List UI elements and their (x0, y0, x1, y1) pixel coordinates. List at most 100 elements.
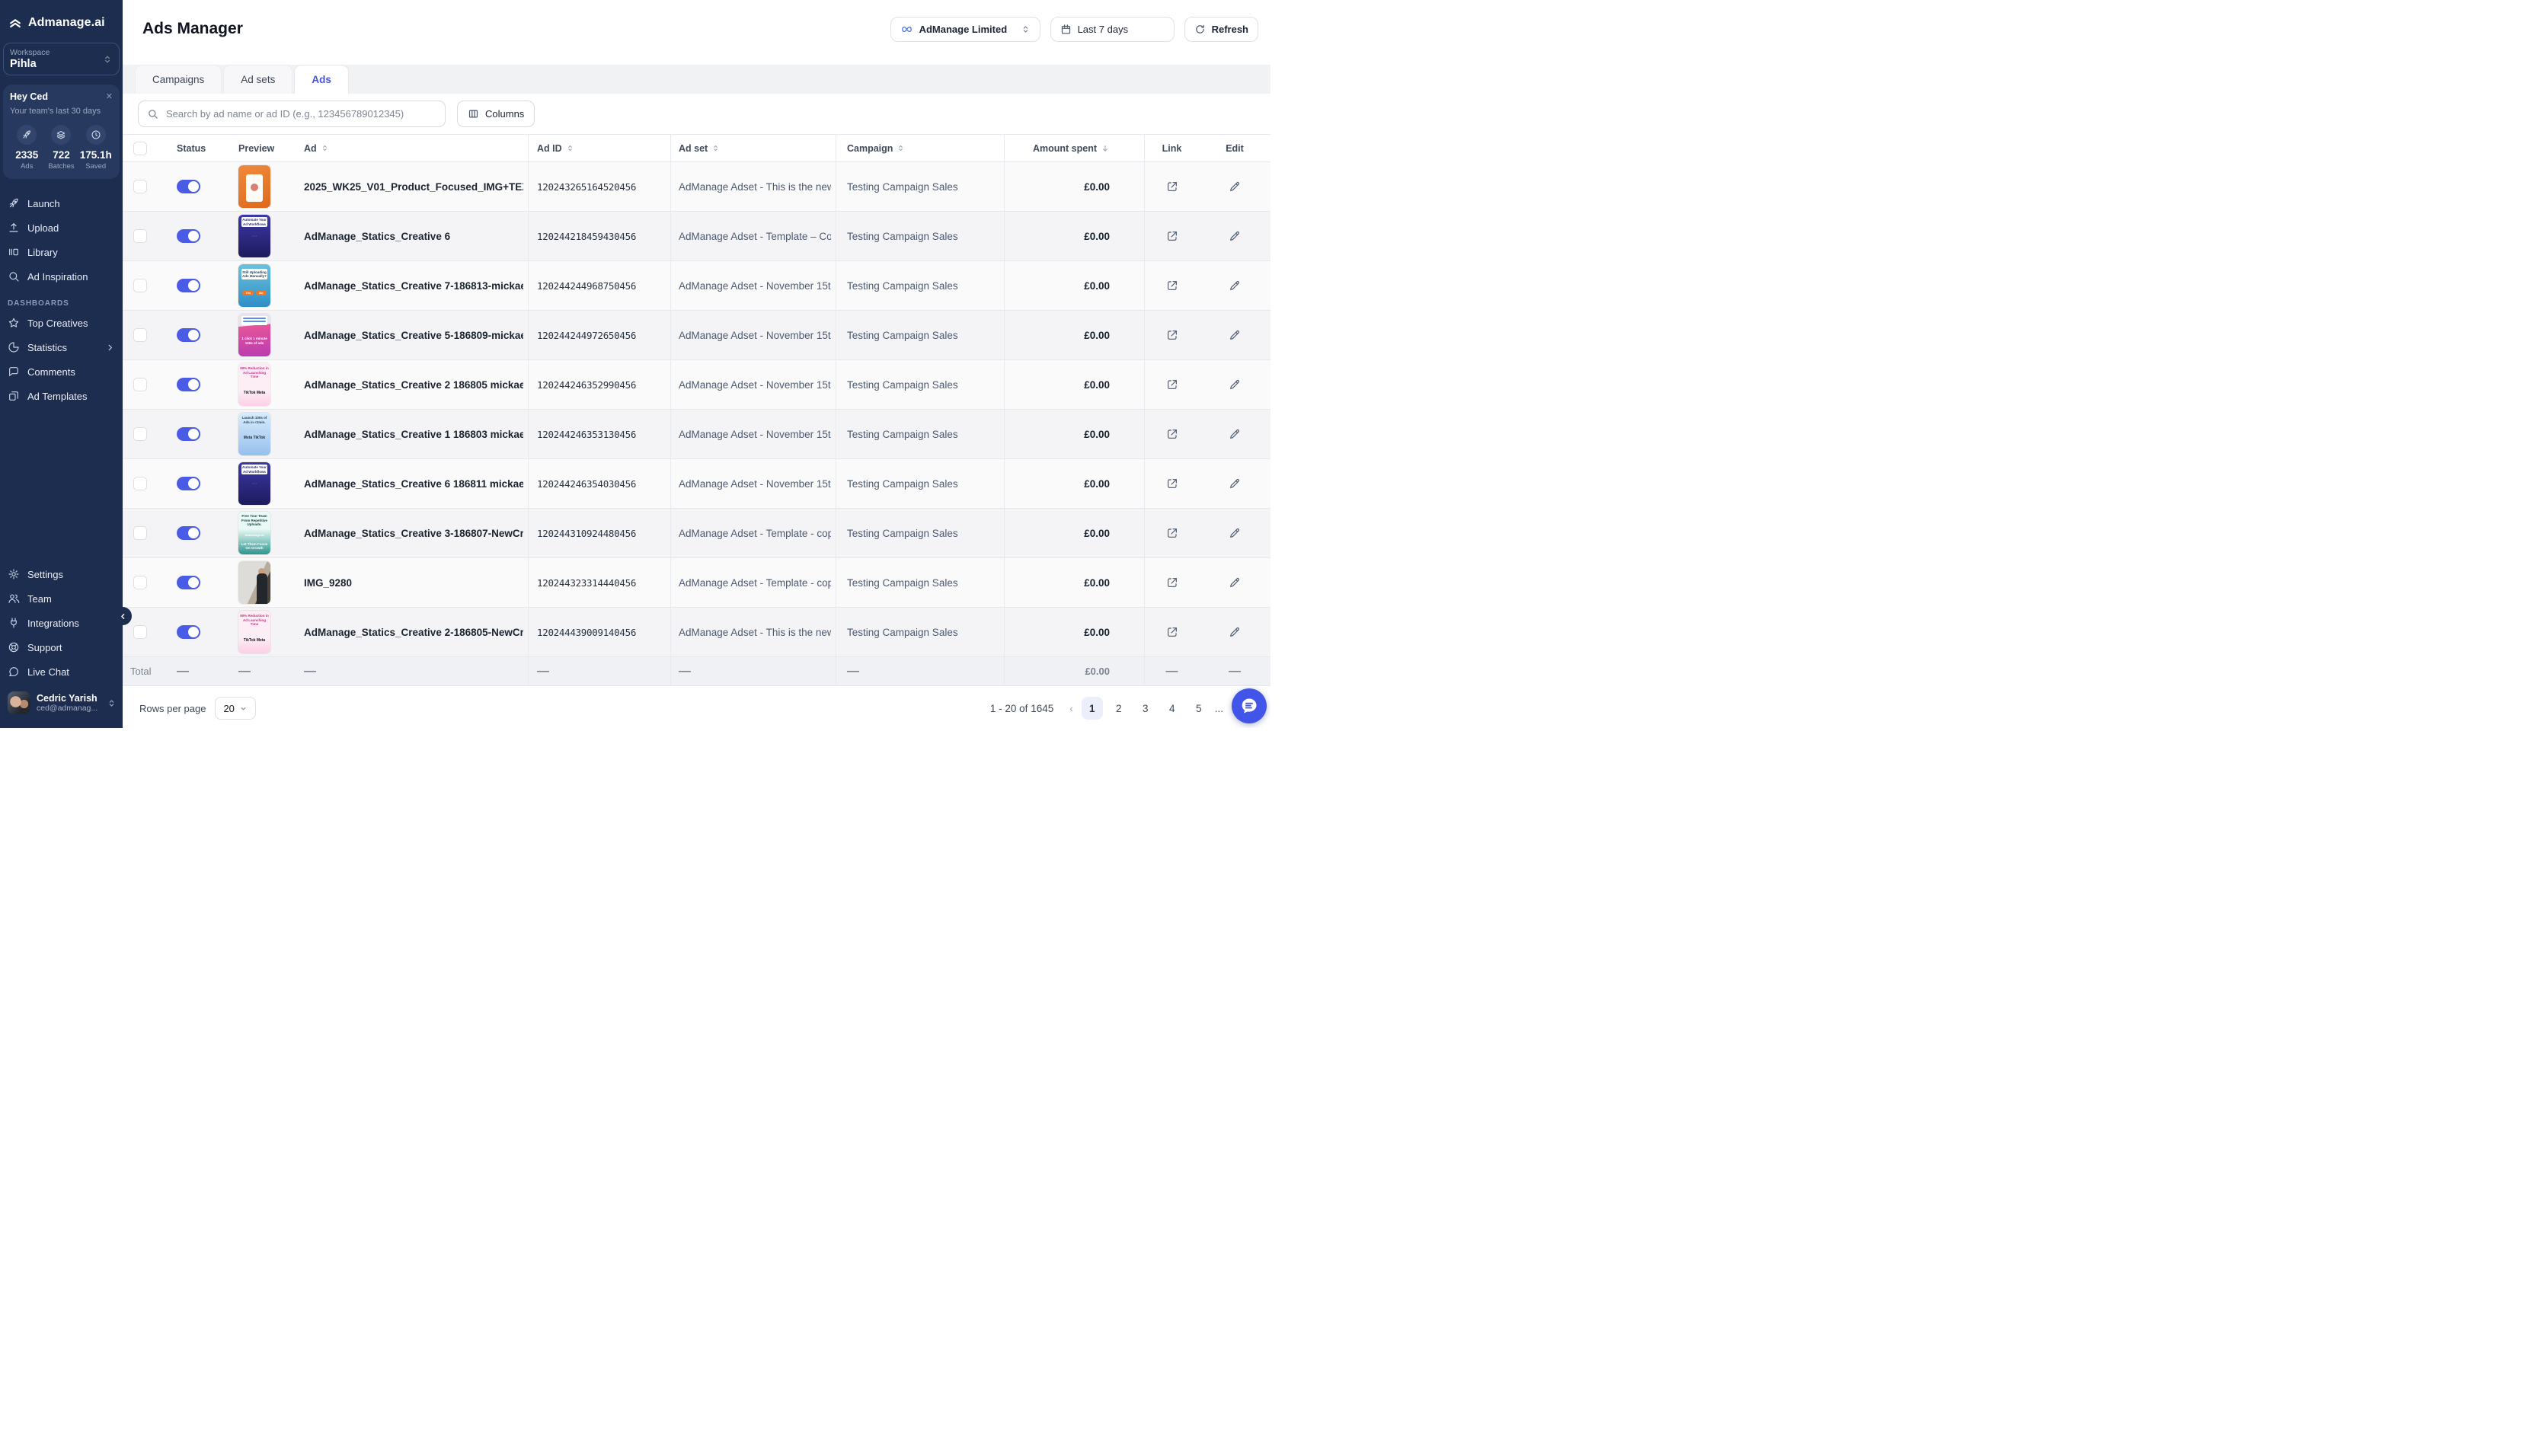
ad-name: 2025_WK25_V01_Product_Focused_IMG+TEXT_(… (304, 181, 523, 193)
sidebar-item-ad-templates[interactable]: Ad Templates (0, 384, 123, 408)
page-button-3[interactable]: 3 (1135, 697, 1156, 720)
page-button-2[interactable]: 2 (1108, 697, 1130, 720)
header-cell-status: Status (162, 135, 226, 161)
open-link-button[interactable] (1166, 477, 1178, 490)
open-link-button[interactable] (1166, 378, 1178, 391)
row-checkbox[interactable] (133, 576, 147, 589)
ad-preview-thumbnail[interactable]: 1 click 1 minute 100s of ads (238, 314, 270, 356)
ad-preview-thumbnail[interactable]: 90% Reduction in Ad Launching TimeTikTok… (238, 611, 270, 653)
open-link-button[interactable] (1166, 230, 1178, 242)
edit-button[interactable] (1229, 428, 1241, 440)
tab-ad-sets[interactable]: Ad sets (223, 65, 292, 94)
sidebar-item-support[interactable]: Support (0, 635, 123, 659)
user-menu[interactable]: Cedric Yarish ced@admanag... (0, 684, 123, 722)
column-label-text: Preview (238, 143, 274, 154)
sidebar-item-launch[interactable]: Launch (0, 191, 123, 216)
row-checkbox[interactable] (133, 279, 147, 292)
rows-per-page-select[interactable]: 20 (215, 697, 255, 720)
workspace-selector[interactable]: Workspace Pihla (3, 43, 120, 75)
page-button-5[interactable]: 5 (1188, 697, 1210, 720)
ad-account-selector[interactable]: AdManage Limited (890, 17, 1040, 42)
status-toggle[interactable] (177, 477, 200, 490)
sidebar-item-top-creatives[interactable]: Top Creatives (0, 311, 123, 335)
sidebar-item-statistics[interactable]: Statistics (0, 335, 123, 359)
edit-button[interactable] (1229, 180, 1241, 193)
sidebar-item-settings[interactable]: Settings (0, 562, 123, 586)
edit-button[interactable] (1229, 626, 1241, 638)
sidebar-item-team[interactable]: Team (0, 586, 123, 611)
pencil-icon (1229, 576, 1241, 589)
open-link-button[interactable] (1166, 279, 1178, 292)
sidebar-item-ad-inspiration[interactable]: Ad Inspiration (0, 264, 123, 289)
logo[interactable]: Admanage.ai (0, 0, 123, 30)
sidebar-item-upload[interactable]: Upload (0, 216, 123, 240)
select-all-checkbox[interactable] (133, 142, 147, 155)
sidebar-item-library[interactable]: Library (0, 240, 123, 264)
sidebar-item-comments[interactable]: Comments (0, 359, 123, 384)
ad-preview-thumbnail[interactable]: Launch 100s of Ads in <1min.Meta TikTok (238, 413, 270, 455)
status-toggle[interactable] (177, 576, 200, 589)
chevron-updown-icon (107, 698, 117, 708)
open-link-button[interactable] (1166, 527, 1178, 539)
total-dash: — (1166, 665, 1178, 679)
live-chat-fab[interactable] (1232, 688, 1267, 723)
campaign-name: Testing Campaign Sales (847, 528, 958, 539)
open-link-button[interactable] (1166, 626, 1178, 638)
ad-preview-thumbnail[interactable]: Still Uploading Ads Manually?YesNo (238, 264, 270, 307)
sidebar-item-label: Comments (27, 366, 75, 378)
edit-button[interactable] (1229, 576, 1241, 589)
columns-button[interactable]: Columns (457, 101, 535, 127)
row-checkbox[interactable] (133, 526, 147, 540)
ad-preview-thumbnail[interactable]: Automate Your Ad Workflows◦ ◦ ◦ (238, 215, 270, 257)
status-toggle[interactable] (177, 427, 200, 441)
date-range-picker[interactable]: Last 7 days (1050, 17, 1175, 42)
row-checkbox[interactable] (133, 427, 147, 441)
row-checkbox[interactable] (133, 180, 147, 193)
row-checkbox[interactable] (133, 477, 147, 490)
external-link-icon (1166, 180, 1178, 193)
refresh-button[interactable]: Refresh (1184, 17, 1258, 42)
edit-button[interactable] (1229, 378, 1241, 391)
ad-preview-thumbnail[interactable] (238, 165, 270, 208)
previous-page-button[interactable]: ‹ (1066, 703, 1076, 714)
status-toggle[interactable] (177, 526, 200, 540)
page-button-4[interactable]: 4 (1162, 697, 1183, 720)
status-toggle[interactable] (177, 279, 200, 292)
sidebar-dashboards-nav: Top CreativesStatistics Comments Ad Templa… (0, 311, 123, 408)
ad-preview-thumbnail[interactable]: Free Your Team From Repetitive Uploads.A… (238, 512, 270, 554)
tab-campaigns[interactable]: Campaigns (135, 65, 222, 94)
open-link-button[interactable] (1166, 329, 1178, 341)
open-link-button[interactable] (1166, 576, 1178, 589)
ad-preview-thumbnail[interactable]: Automate Your Ad Workflows◦ ◦ ◦ (238, 462, 270, 505)
row-checkbox[interactable] (133, 625, 147, 639)
ad-preview-thumbnail[interactable] (238, 561, 270, 604)
edit-button[interactable] (1229, 527, 1241, 539)
row-checkbox[interactable] (133, 328, 147, 342)
tab-ads[interactable]: Ads (294, 65, 349, 94)
open-link-button[interactable] (1166, 180, 1178, 193)
ad-preview-thumbnail[interactable]: 90% Reduction in Ad Launching TimeTikTok… (238, 363, 270, 406)
edit-button[interactable] (1229, 329, 1241, 341)
status-toggle[interactable] (177, 378, 200, 391)
upload-icon (8, 222, 20, 234)
search-input[interactable] (165, 107, 436, 120)
sidebar-nav: LaunchUploadLibraryAd Inspiration (0, 191, 123, 289)
campaign-name: Testing Campaign Sales (847, 478, 958, 490)
page-button-1[interactable]: 1 (1082, 697, 1103, 720)
close-icon[interactable]: ✕ (106, 93, 113, 101)
open-link-button[interactable] (1166, 428, 1178, 440)
row-checkbox[interactable] (133, 378, 147, 391)
sidebar-item-integrations[interactable]: Integrations (0, 611, 123, 635)
row-checkbox[interactable] (133, 229, 147, 243)
status-toggle[interactable] (177, 229, 200, 243)
sidebar-collapse-button[interactable] (113, 607, 132, 625)
column-label: Preview (238, 143, 274, 154)
status-toggle[interactable] (177, 180, 200, 193)
status-toggle[interactable] (177, 625, 200, 639)
edit-button[interactable] (1229, 230, 1241, 242)
edit-button[interactable] (1229, 477, 1241, 490)
edit-button[interactable] (1229, 279, 1241, 292)
campaign-name: Testing Campaign Sales (847, 280, 958, 292)
status-toggle[interactable] (177, 328, 200, 342)
sidebar-item-live-chat[interactable]: Live Chat (0, 659, 123, 684)
